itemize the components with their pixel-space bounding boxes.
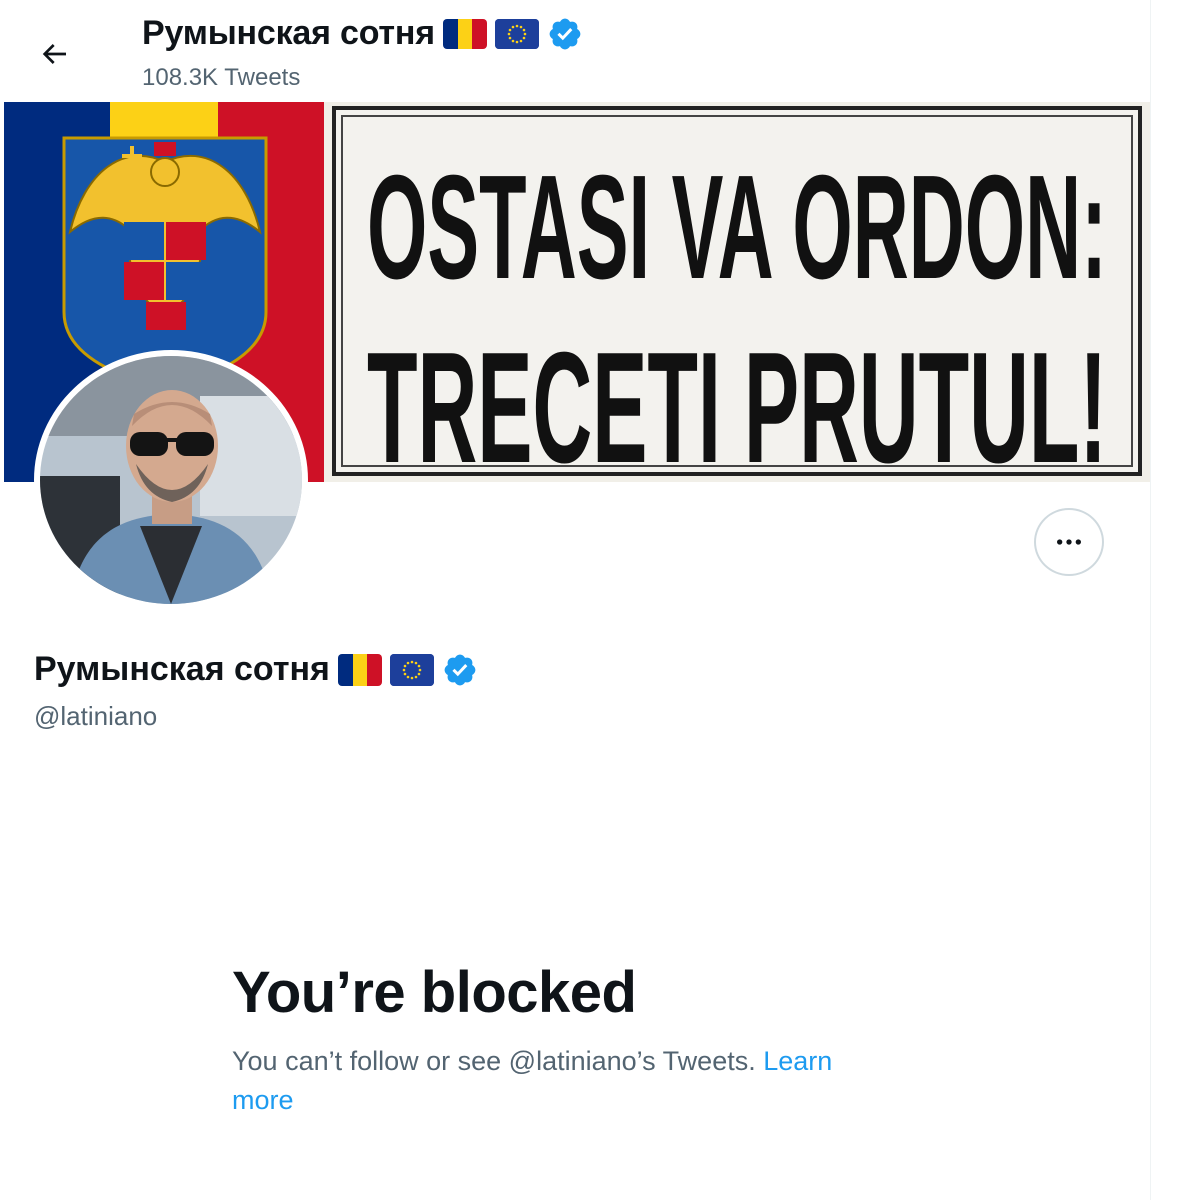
profile-handle: @latiniano [34,701,158,731]
profile-column: Румынская сотня 108.3K Tweets OSTASI VA … [0,0,1150,1200]
romania-flag-icon [337,653,382,686]
tweet-count: 108.3K Tweets [142,64,301,91]
column-divider [1150,0,1151,1200]
back-button[interactable] [26,26,82,82]
blocked-message-text: You can’t follow or see @latiniano’s Twe… [232,1046,756,1076]
blocked-title: You’re blocked [232,960,637,1025]
blocked-message: You can’t follow or see @latiniano’s Twe… [232,1042,892,1120]
header-title: Румынская сотня [142,14,435,52]
eu-flag-icon [389,653,434,686]
arrow-left-icon [42,44,66,64]
profile-display-name: Румынская сотня [34,650,330,688]
avatar[interactable] [34,350,308,610]
banner-headline-line1: OSTASI VA ORDON: [367,145,1107,310]
verified-badge-icon[interactable] [442,652,478,688]
profile-header: Румынская сотня 108.3K Tweets [0,0,1150,102]
blocked-notice: You’re blocked You can’t follow or see @… [232,958,892,1120]
more-options-button[interactable] [1034,508,1104,576]
verified-badge-icon[interactable] [547,16,583,52]
eu-flag-icon [494,18,539,49]
more-horizontal-icon [1057,539,1081,545]
banner-headline-line2: TRECETI PRUTUL! [367,320,1107,482]
header-title-row: Румынская сотня [142,14,583,53]
romania-flag-icon [442,18,487,49]
profile-name-row: Румынская сотня [34,650,478,689]
